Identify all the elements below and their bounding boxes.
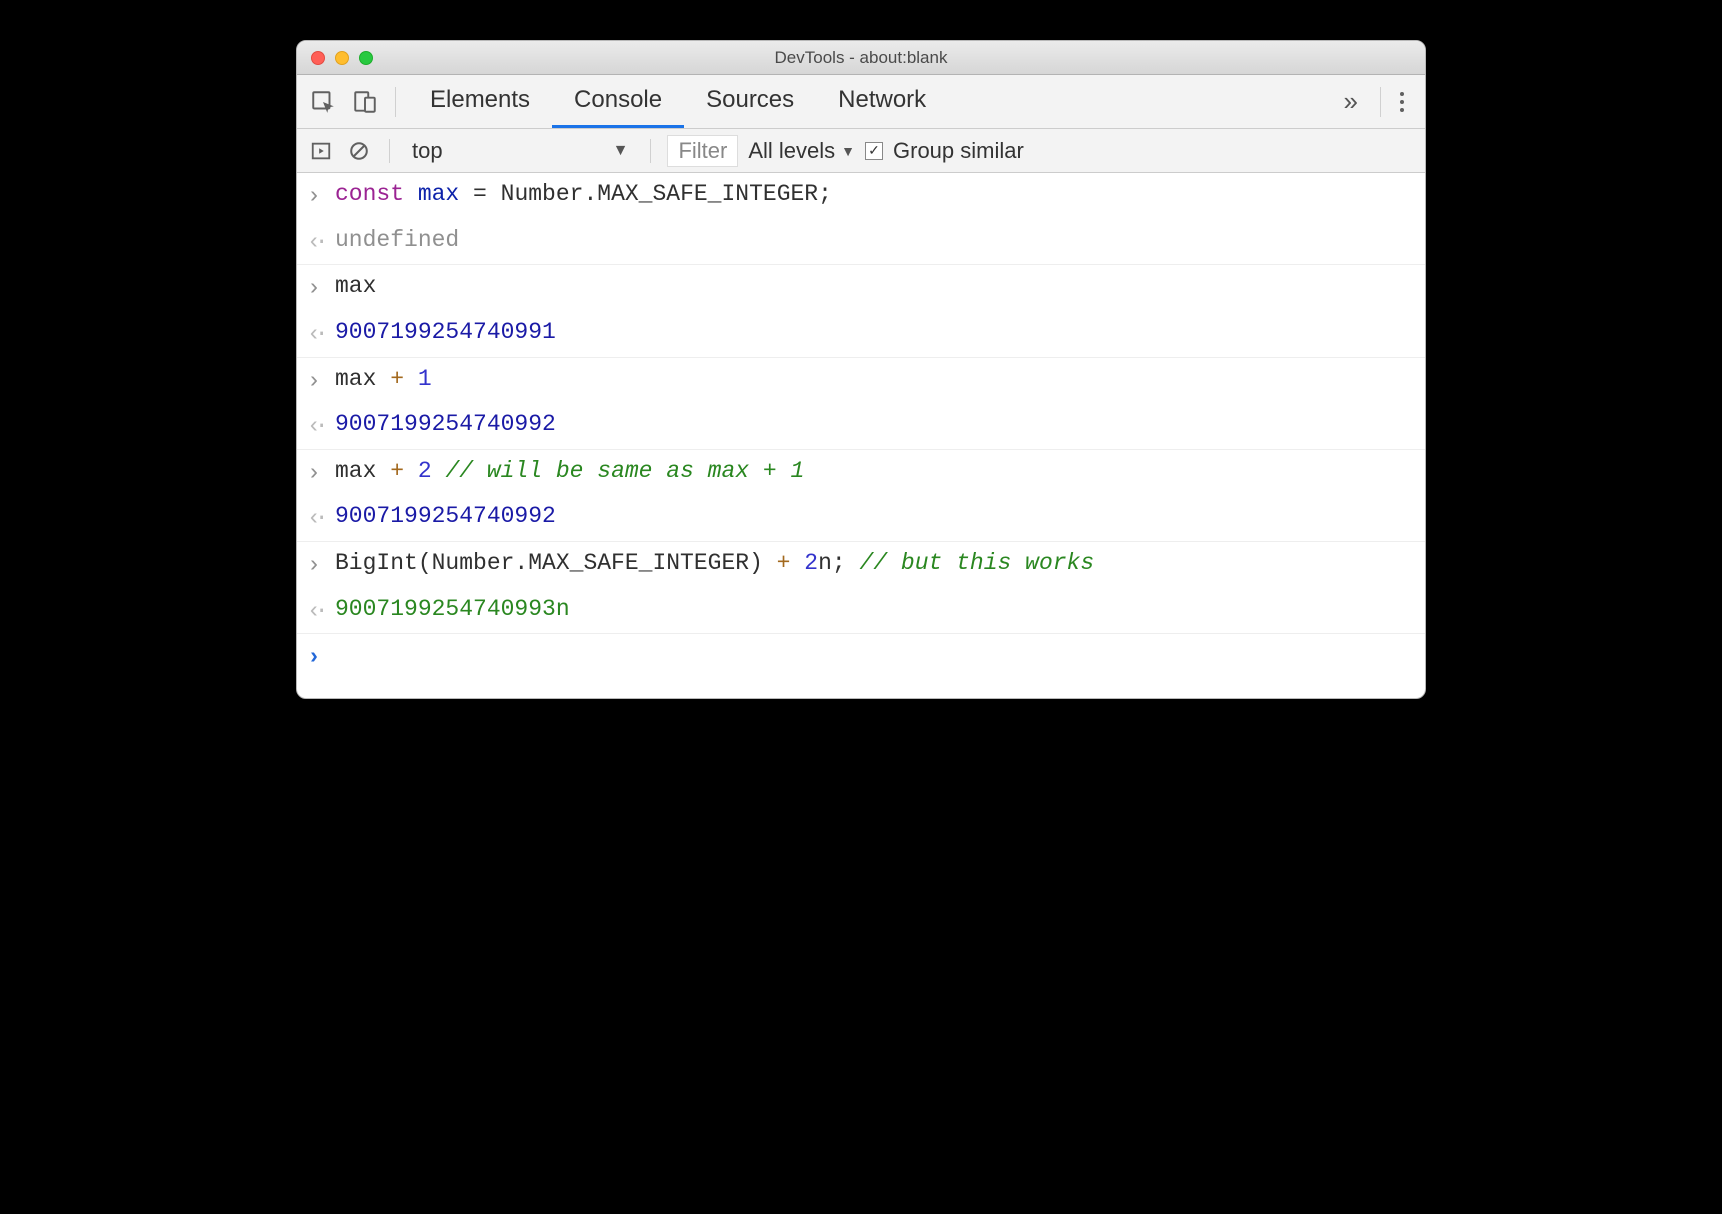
output-arrow-icon: ‹· <box>307 315 335 353</box>
console-input-line: ›max + 2 // will be same as max + 1 <box>297 450 1425 496</box>
console-output-text: 9007199254740991 <box>335 315 1415 351</box>
dropdown-caret-icon: ▼ <box>613 142 629 160</box>
context-selector[interactable]: top ▼ <box>406 136 634 166</box>
output-arrow-icon: ‹· <box>307 499 335 537</box>
console-toolbar: top ▼ Filter All levels ▼ ✓ Group simila… <box>297 129 1425 173</box>
divider <box>650 139 651 163</box>
console-input-text: max <box>335 269 1415 305</box>
console-output-text: 9007199254740992 <box>335 407 1415 443</box>
more-tabs-icon[interactable]: » <box>1328 86 1368 117</box>
prompt-chevron-icon: › <box>307 638 335 676</box>
window-titlebar: DevTools - about:blank <box>297 41 1425 75</box>
devtools-window: DevTools - about:blank Elements Console … <box>296 40 1426 699</box>
console-output-text: undefined <box>335 223 1415 259</box>
console-output: ›const max = Number.MAX_SAFE_INTEGER;‹·u… <box>297 173 1425 680</box>
panel-tabs: Elements Console Sources Network <box>408 75 948 128</box>
dropdown-caret-icon: ▼ <box>841 143 855 159</box>
input-chevron-icon: › <box>307 454 335 492</box>
console-input-line: ›max + 1 <box>297 358 1425 404</box>
output-arrow-icon: ‹· <box>307 407 335 445</box>
console-input-text: BigInt(Number.MAX_SAFE_INTEGER) + 2n; //… <box>335 546 1415 582</box>
console-output-line: ‹·9007199254740992 <box>297 403 1425 449</box>
group-similar-checkbox[interactable]: ✓ <box>865 142 883 160</box>
console-input-line: ›max <box>297 265 1425 311</box>
console-output-line: ‹·9007199254740993n <box>297 588 1425 634</box>
minimize-window-button[interactable] <box>335 51 349 65</box>
console-entry: ›max‹·9007199254740991 <box>297 265 1425 357</box>
console-entry: ›BigInt(Number.MAX_SAFE_INTEGER) + 2n; /… <box>297 542 1425 634</box>
input-chevron-icon: › <box>307 177 335 215</box>
console-output-line: ‹·9007199254740992 <box>297 495 1425 541</box>
clear-console-icon[interactable] <box>345 137 373 165</box>
input-chevron-icon: › <box>307 362 335 400</box>
console-input-line: ›const max = Number.MAX_SAFE_INTEGER; <box>297 173 1425 219</box>
zoom-window-button[interactable] <box>359 51 373 65</box>
tab-network[interactable]: Network <box>816 75 948 128</box>
console-output-line: ‹·undefined <box>297 219 1425 265</box>
input-chevron-icon: › <box>307 269 335 307</box>
console-output-text: 9007199254740993n <box>335 592 1415 628</box>
device-toolbar-icon[interactable] <box>347 84 383 120</box>
console-input-text: const max = Number.MAX_SAFE_INTEGER; <box>335 177 1415 213</box>
log-level-label: All levels <box>748 138 835 164</box>
divider <box>389 139 390 163</box>
close-window-button[interactable] <box>311 51 325 65</box>
inspect-element-icon[interactable] <box>305 84 341 120</box>
console-output-line: ‹·9007199254740991 <box>297 311 1425 357</box>
console-input-text: max + 1 <box>335 362 1415 398</box>
log-level-selector[interactable]: All levels ▼ <box>748 138 855 164</box>
filter-input[interactable]: Filter <box>667 135 738 167</box>
settings-menu-icon[interactable] <box>1393 92 1417 112</box>
input-chevron-icon: › <box>307 546 335 584</box>
console-input-text: max + 2 // will be same as max + 1 <box>335 454 1415 490</box>
console-output-text: 9007199254740992 <box>335 499 1415 535</box>
console-entry: ›max + 2 // will be same as max + 1‹·900… <box>297 450 1425 542</box>
console-input-line: ›BigInt(Number.MAX_SAFE_INTEGER) + 2n; /… <box>297 542 1425 588</box>
tab-console[interactable]: Console <box>552 75 684 128</box>
window-title: DevTools - about:blank <box>297 48 1425 68</box>
output-arrow-icon: ‹· <box>307 223 335 261</box>
context-selector-value: top <box>412 138 443 164</box>
tab-sources[interactable]: Sources <box>684 75 816 128</box>
output-arrow-icon: ‹· <box>307 592 335 630</box>
group-similar-label: Group similar <box>893 138 1024 164</box>
devtools-tabstrip: Elements Console Sources Network » <box>297 75 1425 129</box>
divider <box>1380 87 1381 117</box>
divider <box>395 87 396 117</box>
console-entry: ›const max = Number.MAX_SAFE_INTEGER;‹·u… <box>297 173 1425 265</box>
tab-elements[interactable]: Elements <box>408 75 552 128</box>
console-prompt[interactable]: › <box>297 634 1425 680</box>
toggle-console-drawer-icon[interactable] <box>307 137 335 165</box>
traffic-lights <box>297 51 373 65</box>
console-entry: ›max + 1‹·9007199254740992 <box>297 358 1425 450</box>
